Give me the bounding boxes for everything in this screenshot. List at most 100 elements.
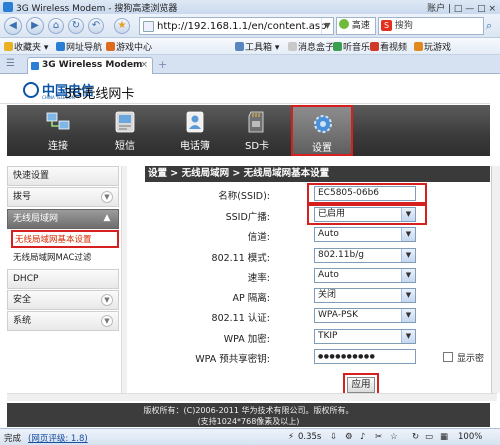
ap-isolation-select[interactable]: 关闭 ▼ [314, 288, 416, 303]
sidebar-item-dhcp[interactable]: DHCP [7, 269, 119, 289]
ssid-broadcast-highlight [307, 204, 427, 225]
music-link[interactable]: 听音乐 [333, 40, 370, 53]
globe-icon [56, 42, 65, 51]
forward-icon[interactable]: ▶ [26, 17, 44, 35]
form-row-rate: 速率: Auto ▼ [145, 266, 490, 286]
form-row-80211-mode: 802.11 模式: 802.11b/g ▼ [145, 246, 490, 266]
rate-select[interactable]: Auto ▼ [314, 268, 416, 283]
window-icon[interactable]: ▭ [425, 432, 433, 442]
search-placeholder: 搜狗 [394, 21, 413, 31]
video-link[interactable]: 看视频 [370, 40, 407, 53]
chevron-down-icon: ▼ [401, 309, 415, 322]
chevron-down-icon: ▼ [101, 294, 113, 306]
form-row-ssid-broadcast: SSID广播: 已启用 ▼ [145, 204, 490, 225]
settings-icon[interactable]: ⚙ [345, 432, 353, 442]
bookmark-icon[interactable]: ☆ [390, 432, 398, 442]
toolbox-menu[interactable]: 工具箱 ▾ [235, 40, 279, 53]
main-menu-bar: 连接 短信 电话簿 SD卡 设置 [7, 105, 490, 156]
80211-auth-select[interactable]: WPA-PSK ▼ [314, 308, 416, 323]
volume-icon[interactable]: ♪ [360, 432, 365, 442]
screenshot-icon[interactable]: ✂ [375, 432, 382, 442]
menu-sms[interactable]: 短信 [97, 105, 153, 156]
music-icon [333, 42, 342, 51]
toolbox-icon [235, 42, 244, 51]
sogou-logo-icon: S [381, 20, 392, 31]
undo-icon[interactable]: ↶ [88, 18, 104, 34]
grid-icon[interactable]: ▦ [440, 432, 448, 442]
search-box[interactable]: S 搜狗 [378, 17, 484, 35]
home-icon[interactable]: ⌂ [48, 18, 64, 34]
back-icon[interactable]: ◀ [4, 17, 22, 35]
menu-phonebook[interactable]: 电话簿 [167, 105, 223, 156]
refresh-icon[interactable]: ↻ [68, 18, 84, 34]
window-title: 3G Wireless Modem - 搜狗高速浏览器 [16, 4, 178, 14]
new-tab-icon[interactable]: + [158, 58, 167, 71]
wpa-encryption-select[interactable]: TKIP ▼ [314, 329, 416, 344]
chevron-down-icon: ▼ [401, 269, 415, 282]
form-row-ap-isolation: AP 隔离: 关闭 ▼ [145, 286, 490, 306]
status-done: 完成 [4, 434, 22, 444]
sidebar-sub-wlan-mac-filter[interactable]: 无线局域网MAC过滤 [11, 250, 119, 268]
fast-mode-button[interactable]: 高速 [336, 17, 376, 35]
page-rating-link[interactable]: (网页评级: 1.8) [28, 432, 88, 444]
wlan-basic-settings-panel: 设置 > 无线局域网 > 无线局域网基本设置 名称(SSID): EC5805-… [145, 166, 490, 406]
sms-icon [115, 111, 135, 133]
sidebar-item-security[interactable]: 安全 ▼ [7, 290, 119, 310]
search-icon[interactable]: ⌕ [486, 19, 492, 33]
wpa-psk-input[interactable]: ●●●●●●●●●● [314, 349, 416, 364]
browser-app-icon [3, 2, 13, 12]
fav-link-games[interactable]: 游戏中心 [106, 40, 152, 53]
phonebook-icon [186, 111, 204, 133]
favorites-menu[interactable]: 收藏夹 ▾ [4, 40, 48, 53]
message-box-link[interactable]: 消息盒子 [288, 40, 334, 53]
sidebar-item-quick-setup[interactable]: 快速设置 [7, 166, 119, 186]
address-url[interactable]: http://192.168.1.1/en/content.asp [157, 21, 326, 32]
logo-header: 中国电信 CHINA TELECOM 3G无线网卡 [0, 74, 490, 104]
sidebar-item-wlan[interactable]: 无线局域网 ▲ [7, 209, 119, 229]
network-connect-icon [46, 112, 70, 130]
form-row-ssid: 名称(SSID): EC5805-06b6 [145, 183, 490, 204]
menu-connect[interactable]: 连接 [30, 105, 86, 156]
fast-mode-label: 高速 [351, 21, 370, 31]
favorite-star-icon[interactable]: ★ [114, 18, 130, 34]
sd-card-icon [248, 111, 264, 133]
show-password-checkbox[interactable] [443, 352, 453, 362]
game-icon [106, 42, 115, 51]
page-vertical-scrollbar[interactable] [491, 166, 500, 393]
sidebar-sub-wlan-basic[interactable]: 无线局域网基本设置 [11, 230, 119, 248]
message-icon [288, 42, 297, 51]
form-row-80211-auth: 802.11 认证: WPA-PSK ▼ [145, 306, 490, 326]
lightning-icon: ⚡ [288, 432, 294, 442]
sidebar-scrollbar[interactable] [121, 166, 127, 393]
channel-select[interactable]: Auto ▼ [314, 227, 416, 242]
fav-link-nav[interactable]: 网址导航 [56, 40, 102, 53]
zoom-level[interactable]: 100% [458, 432, 482, 442]
chevron-down-icon: ▼ [401, 330, 415, 343]
sidebar-item-dialup[interactable]: 拨号 ▼ [7, 187, 119, 207]
menu-settings[interactable]: 设置 [291, 105, 353, 156]
menu-sd-card[interactable]: SD卡 [229, 105, 285, 156]
gear-icon [314, 115, 332, 133]
load-time: 0.35s [298, 432, 322, 442]
ssid-highlight [307, 183, 427, 204]
download-icon[interactable]: ⇩ [330, 432, 337, 442]
page-horizontal-scrollbar[interactable] [7, 393, 497, 401]
address-bar[interactable]: http://192.168.1.1/en/content.asp ▼ [139, 17, 334, 35]
chevron-down-icon: ▼ [101, 315, 113, 327]
browser-title-bar: 3G Wireless Modem - 搜狗高速浏览器 账户 | □ — □ × [0, 0, 500, 14]
80211-mode-select[interactable]: 802.11b/g ▼ [314, 248, 416, 263]
browser-status-bar: 完成 (网页评级: 1.8) ⚡ 0.35s ⇩ ⚙ ♪ ✂ ☆ ↻ ▭ ▦ 1… [0, 428, 500, 445]
tab-menu-icon[interactable]: ☰ [6, 58, 15, 69]
sidebar-item-system[interactable]: 系统 ▼ [7, 311, 119, 331]
refresh-small-icon[interactable]: ↻ [412, 432, 419, 442]
page-icon [143, 21, 154, 32]
favorites-bar: 收藏夹 ▾ 网址导航 游戏中心 工具箱 ▾ 消息盒子 听音乐 看视频 玩游戏 [0, 38, 500, 55]
settings-sidebar: 快速设置 拨号 ▼ 无线局域网 ▲ 无线局域网基本设置 无线局域网MAC过滤 D… [7, 166, 119, 406]
fast-mode-icon [339, 19, 349, 29]
star-folder-icon [4, 42, 13, 51]
window-controls[interactable]: 账户 | □ — □ × [427, 1, 496, 14]
address-dropdown-icon[interactable]: ▼ [321, 18, 333, 34]
play-games-link[interactable]: 玩游戏 [414, 40, 451, 53]
close-tab-icon[interactable]: × [140, 58, 148, 73]
tab-3g-modem[interactable]: 3G Wireless Modem × [27, 57, 153, 74]
